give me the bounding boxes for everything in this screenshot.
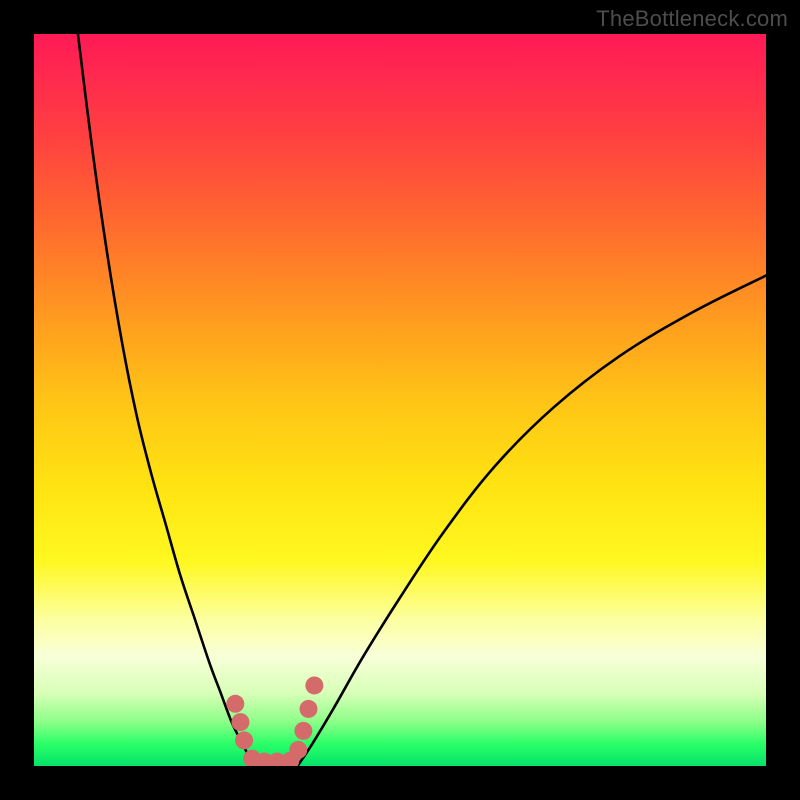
trough-dot xyxy=(226,695,244,713)
trough-dot xyxy=(289,741,307,759)
trough-dot xyxy=(231,713,249,731)
trough-dot xyxy=(294,722,312,740)
trough-dot xyxy=(235,731,253,749)
plot-area xyxy=(34,34,766,766)
series-left-branch xyxy=(78,34,254,766)
trough-dot xyxy=(300,700,318,718)
watermark-text: TheBottleneck.com xyxy=(596,6,788,32)
trough-dot xyxy=(305,676,323,694)
chart-frame: TheBottleneck.com xyxy=(0,0,800,800)
curve-overlay xyxy=(34,34,766,766)
series-right-branch xyxy=(298,276,766,766)
